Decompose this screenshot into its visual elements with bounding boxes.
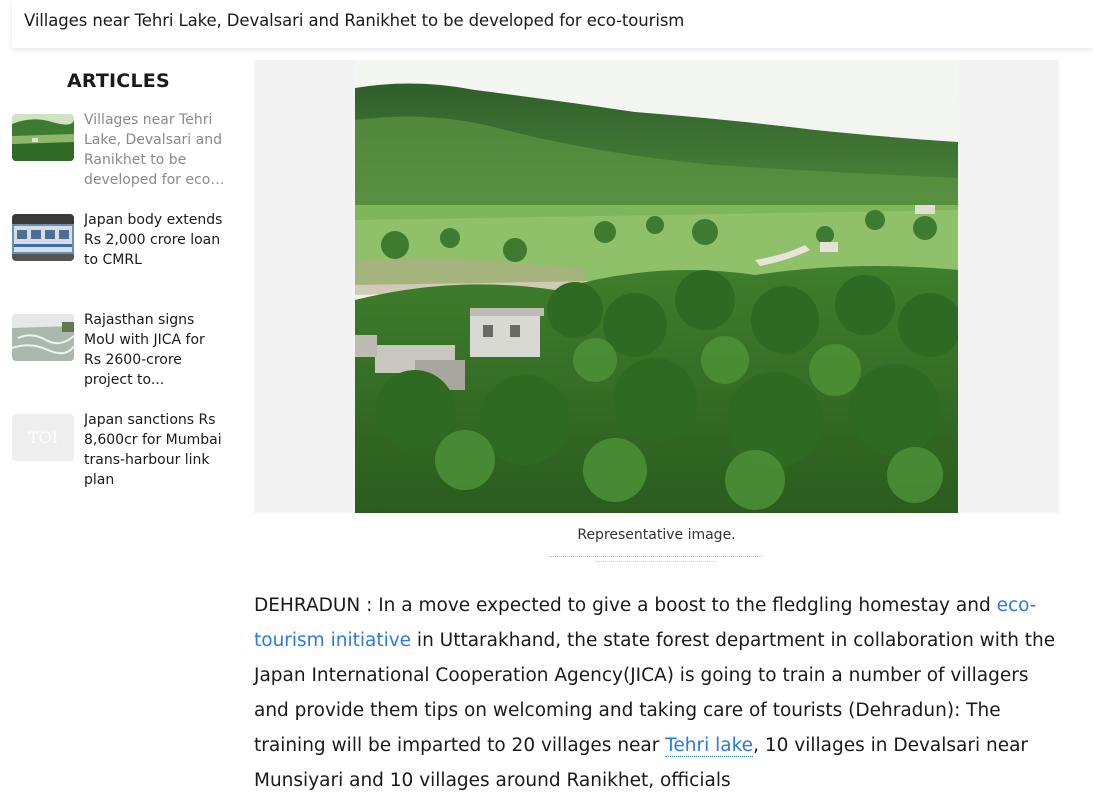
article-body: DEHRADUN : In a move expected to give a … [254,588,1059,798]
body-text-part: DEHRADUN : In a move expected to give a … [254,595,997,616]
article-item-mumbai[interactable]: TOI Japan sanctions Rs 8,600cr for Mumba… [12,412,227,498]
landscape-photo [355,60,962,513]
articles-heading: ARTICLES [67,70,170,92]
toi-placeholder-text: TOI [27,428,59,447]
article-title: Japan sanctions Rs 8,600cr for Mumbai tr… [84,412,222,488]
image-caption: Representative image. [577,527,736,543]
page-headline: Villages near Tehri Lake, Devalsari and … [24,11,685,30]
metro-train-thumbnail [12,214,74,261]
hills-thumbnail [12,114,74,161]
article-item-tehri[interactable]: Villages near Tehri Lake, Devalsari and … [12,112,227,198]
article-item-rajasthan[interactable]: Rajasthan signs MoU with JICA for Rs 260… [12,312,227,398]
tehri-lake-link[interactable]: Tehri lake [665,735,754,757]
toi-placeholder-thumbnail: TOI [12,414,74,461]
article-title: Rajasthan signs MoU with JICA for Rs 260… [84,312,205,388]
caption-divider-inner [596,561,716,562]
article-title: Japan body extends Rs 2,000 crore loan t… [84,212,223,268]
article-title: Villages near Tehri Lake, Devalsari and … [84,112,222,188]
water-thumbnail [12,314,74,361]
article-item-cmrl[interactable]: Japan body extends Rs 2,000 crore loan t… [12,212,227,298]
headline-bar: Villages near Tehri Lake, Devalsari and … [12,0,1093,48]
caption-divider [550,556,762,557]
lead-image-container [254,60,1059,513]
